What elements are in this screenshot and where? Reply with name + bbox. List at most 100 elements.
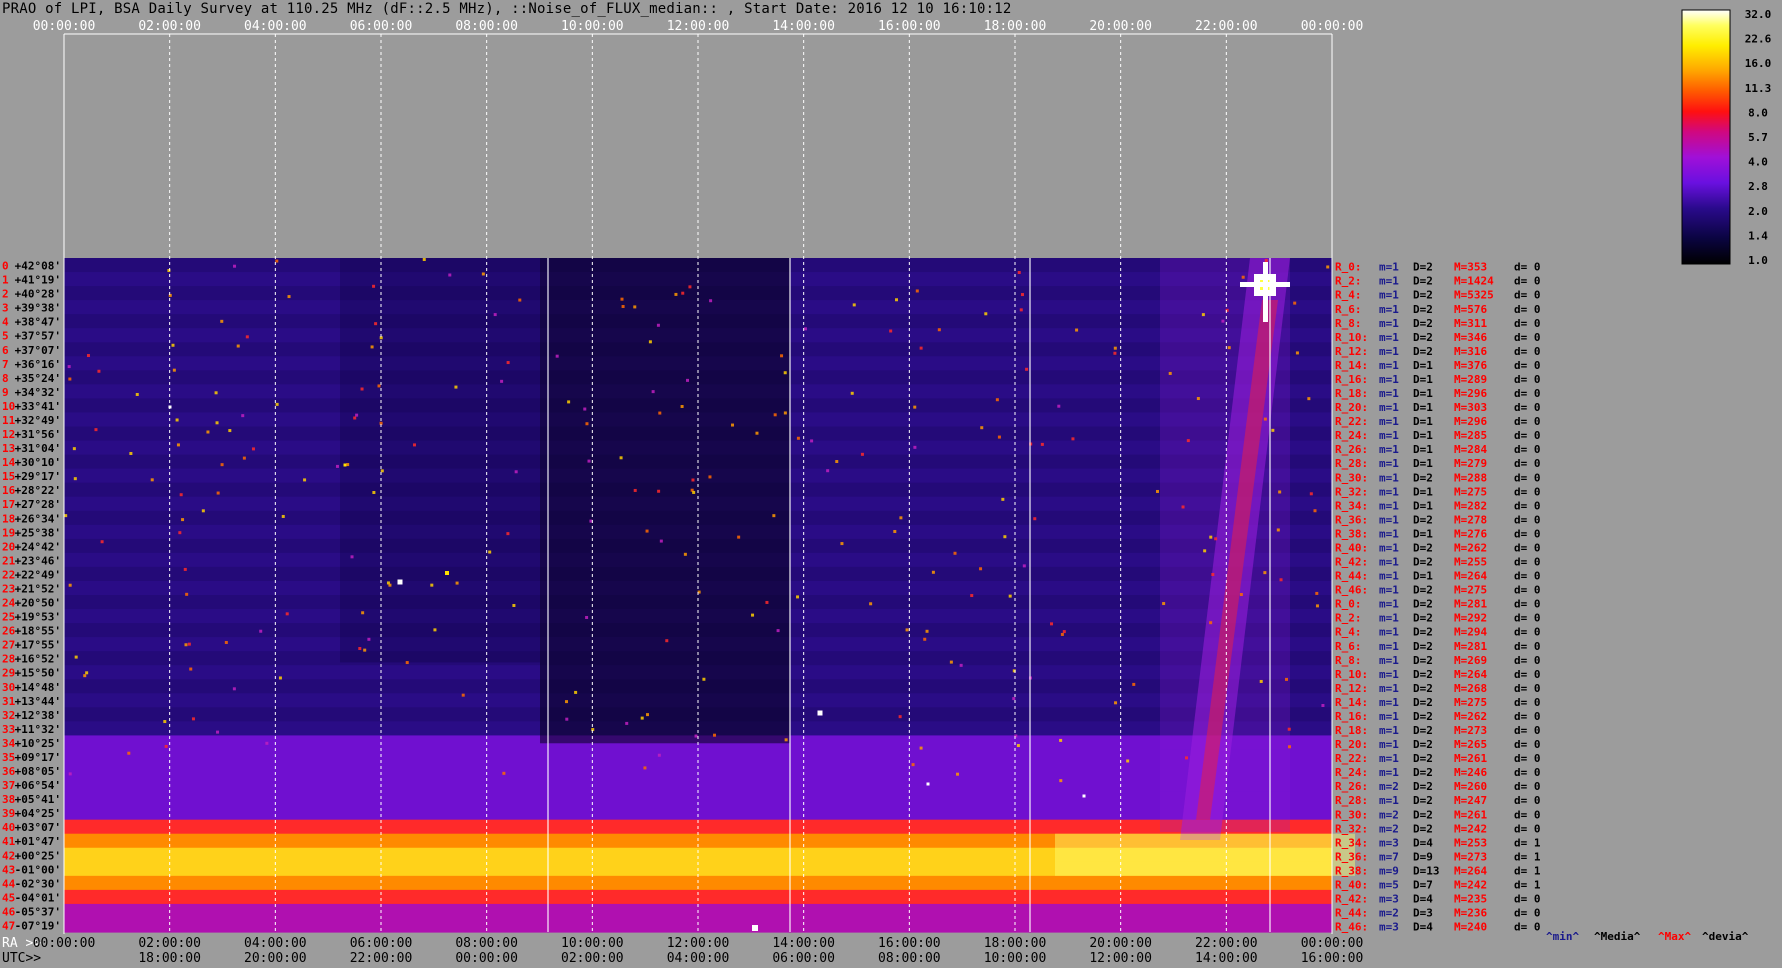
noise-speckle: [686, 378, 690, 382]
ra-tick-label: 14:00:00: [772, 936, 835, 951]
beam-stat-median: D=1: [1413, 527, 1433, 540]
noise-speckle: [681, 291, 685, 295]
stat-legend-item: ^min^: [1546, 930, 1579, 943]
beam-stat-median: D=4: [1413, 893, 1433, 906]
beam-stat-row: R_26: m=2 D=2 M=260 d= 0: [1335, 780, 1541, 793]
beam-stat-max: M=576: [1454, 303, 1487, 316]
beam-stat-name: R_24:: [1335, 766, 1368, 779]
beam-stat-median: D=1: [1413, 485, 1433, 498]
beam-stat-min: m=1: [1379, 401, 1399, 414]
noise-speckle: [355, 413, 359, 417]
declination-label: +19°53': [15, 611, 61, 624]
beam-stat-name: R_34:: [1335, 836, 1368, 849]
beam-stat-max: M=268: [1454, 682, 1487, 695]
top-time-tick-label: 10:00:00: [561, 19, 624, 34]
noise-speckle: [925, 629, 929, 633]
noise-speckle: [674, 292, 678, 296]
noise-speckle: [259, 629, 263, 633]
beam-stat-row: R_38: m=1 D=1 M=276 d= 0: [1335, 527, 1541, 540]
beam-stat-min: m=1: [1379, 668, 1399, 681]
noise-speckle: [796, 595, 800, 599]
noise-speckle: [1315, 604, 1319, 608]
noise-speckle: [659, 539, 663, 543]
beam-stat-max: M=264: [1454, 864, 1487, 877]
noise-speckle: [691, 478, 695, 482]
beam-stat-min: m=1: [1379, 794, 1399, 807]
noise-speckle: [1114, 701, 1118, 705]
beam-stat-name: R_36:: [1335, 513, 1368, 526]
beam-number: 41: [2, 835, 16, 848]
noise-speckle: [1288, 745, 1292, 749]
noise-speckle: [388, 583, 392, 587]
beam-number: 39: [2, 807, 15, 820]
utc-tick-label: 02:00:00: [561, 951, 624, 966]
beam-stat-max: M=5325: [1454, 289, 1494, 302]
noise-speckle: [68, 583, 72, 587]
noise-speckle: [191, 717, 195, 721]
beam-stat-deviation: d= 0: [1514, 612, 1541, 625]
beam-stat-min: m=2: [1379, 822, 1399, 835]
beam-stat-name: R_42:: [1335, 893, 1368, 906]
empty-upper-region: [64, 34, 1332, 258]
beam-stat-row: R_6: m=1 D=2 M=576 d= 0: [1335, 303, 1541, 316]
noise-speckle: [1025, 367, 1029, 371]
beam-number: 30: [2, 681, 15, 694]
beam-stat-name: R_14:: [1335, 696, 1368, 709]
band-highlight: [1055, 833, 1355, 876]
noise-speckle: [956, 772, 960, 776]
beam-stat-name: R_26:: [1335, 780, 1368, 793]
noise-speckle: [737, 535, 741, 539]
beam-stat-median: D=2: [1413, 275, 1433, 288]
beam-stat-name: R_10:: [1335, 331, 1368, 344]
bright-spot: [817, 710, 823, 716]
noise-speckle: [657, 753, 661, 757]
declination-label: -05°37': [15, 905, 61, 918]
beam-stat-max: M=284: [1454, 443, 1487, 456]
beam-stat-min: m=1: [1379, 766, 1399, 779]
stat-legend-item: ^devia^: [1702, 930, 1749, 943]
beam-stat-max: M=242: [1454, 822, 1487, 835]
noise-speckle: [835, 460, 839, 464]
noise-speckle: [512, 603, 516, 607]
noise-speckle: [1241, 275, 1245, 279]
noise-speckle: [953, 551, 957, 555]
noise-speckle: [765, 600, 769, 604]
utc-axis-prefix: UTC>>: [2, 951, 41, 966]
noise-speckle: [172, 368, 176, 372]
beam-stat-median: D=1: [1413, 401, 1433, 414]
stat-legend-item: ^Max^: [1658, 930, 1691, 943]
noise-speckle: [171, 343, 175, 347]
beam-number: 24: [2, 597, 16, 610]
noise-speckle: [1001, 497, 1005, 501]
beam-stat-min: m=7: [1379, 850, 1399, 863]
beam-stat-row: R_28: m=1 D=1 M=279 d= 0: [1335, 457, 1541, 470]
beam-stat-deviation: d= 1: [1514, 878, 1541, 891]
noise-speckle: [949, 660, 953, 664]
noise-speckle: [350, 555, 354, 559]
noise-speckle: [905, 628, 909, 632]
beam-number: 34: [2, 737, 16, 750]
beam-stat-deviation: d= 0: [1514, 668, 1541, 681]
beam-stat-max: M=242: [1454, 878, 1487, 891]
beam-stat-min: m=1: [1379, 499, 1399, 512]
beam-stat-max: M=247: [1454, 794, 1487, 807]
beam-stat-min: m=5: [1379, 878, 1399, 891]
noise-speckle: [1155, 489, 1159, 493]
noise-speckle: [514, 470, 518, 474]
beam-stat-name: R_20:: [1335, 401, 1368, 414]
noise-speckle: [372, 284, 376, 288]
beam-number: 4: [2, 316, 9, 329]
beam-number: 19: [2, 526, 15, 539]
noise-speckle: [984, 312, 988, 316]
beam-stat-max: M=311: [1454, 317, 1487, 330]
noise-speckle: [702, 677, 706, 681]
beam-stat-min: m=2: [1379, 780, 1399, 793]
colorbar-gradient: [1681, 9, 1731, 265]
beam-stat-min: m=1: [1379, 724, 1399, 737]
beam-stat-name: R_18:: [1335, 724, 1368, 737]
bright-spot: [343, 463, 347, 467]
beam-stat-name: R_32:: [1335, 485, 1368, 498]
bright-spot: [397, 579, 403, 585]
noise-speckle: [567, 400, 571, 404]
beam-stat-name: R_22:: [1335, 415, 1368, 428]
